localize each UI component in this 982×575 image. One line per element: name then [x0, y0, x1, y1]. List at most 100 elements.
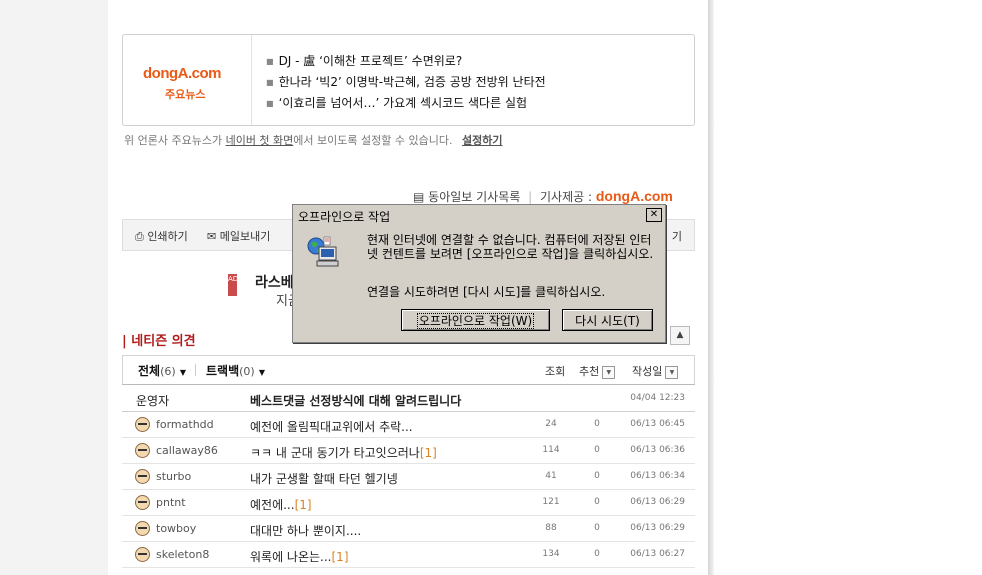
print-button[interactable]: ⎙ 인쇄하기 — [135, 228, 188, 244]
avatar — [135, 547, 150, 562]
table-row: 운영자 베스트댓글 선정방식에 대해 알려드립니다 04/04 12:23 — [122, 386, 695, 412]
bullet-icon: ■ — [266, 99, 274, 108]
comment-date: 06/13 06:45 — [630, 419, 685, 429]
avatar — [135, 469, 150, 484]
dialog-message: 현재 인터넷에 연결할 수 없습니다. 컴퓨터에 저장된 인터넷 컨텐트를 보려… — [367, 233, 654, 261]
ad-item[interactable]: AD 라스베 지금 — [228, 274, 300, 309]
settings-link[interactable]: 설정하기 — [462, 134, 502, 147]
headline-list: ■ DJ - 盧 ‘이해찬 프로젝트’ 수면위로? ■ 한나라 ‘빅2’ 이명박-박… — [266, 51, 546, 114]
comments-section-title: | 네티즌 의견 — [122, 334, 196, 349]
headline-item[interactable]: ■ 한나라 ‘빅2’ 이명박-박근혜, 검증 공방 전방위 난타전 — [266, 72, 546, 93]
setting-notice: 위 언론사 주요뉴스가 네이버 첫 화면에서 보이도록 설정할 수 있습니다. … — [124, 134, 503, 147]
table-row: pntnt 예전에...[1] 121 0 06/13 06:29 — [122, 490, 695, 516]
comment-date: 06/13 06:29 — [630, 523, 685, 533]
tab-all[interactable]: 전체(6) ▼ — [138, 362, 186, 379]
close-button[interactable]: ✕ — [646, 208, 662, 222]
caret-down-icon: ▼ — [258, 368, 266, 377]
comment-list: 운영자 베스트댓글 선정방식에 대해 알려드립니다 04/04 12:23 fo… — [122, 386, 695, 568]
headline-item[interactable]: ■ DJ - 盧 ‘이해찬 프로젝트’ 수면위로? — [266, 51, 546, 72]
dialog-title: 오프라인으로 작업 — [298, 210, 391, 224]
comment-date: 06/13 06:29 — [630, 497, 685, 507]
mail-icon: ✉ — [207, 230, 217, 243]
press-news-box: dongA.com 주요뉴스 ■ DJ - 盧 ‘이해찬 프로젝트’ 수면위로? … — [122, 34, 695, 126]
sort-date[interactable]: 작성일 ▼ — [632, 363, 679, 379]
comment-date: 06/13 06:34 — [630, 471, 685, 481]
comment-title[interactable]: 내가 군생활 할때 타던 헬기넹 — [250, 470, 398, 487]
comment-views: 24 — [545, 419, 557, 429]
divider — [195, 364, 196, 376]
mail-button[interactable]: ✉ 메일보내기 — [207, 228, 270, 244]
donga-logo-text: dongA.com — [143, 65, 222, 82]
page-shadow — [708, 0, 714, 575]
dropdown-icon[interactable]: ▼ — [665, 365, 679, 379]
tab-trackback[interactable]: 트랙백(0) ▼ — [206, 362, 265, 379]
comment-title[interactable]: 예전에 올림픽대교위에서 추락... — [250, 418, 413, 435]
retry-button[interactable]: 다시 시도(T) — [562, 309, 653, 331]
comment-recs: 0 — [594, 419, 600, 429]
comment-user[interactable]: formathdd — [156, 418, 214, 431]
comment-user[interactable]: callaway86 — [156, 444, 218, 457]
comment-views: 134 — [542, 549, 560, 559]
comment-date: 04/04 12:23 — [630, 393, 685, 403]
ad-badge: AD — [228, 274, 238, 296]
avatar — [135, 443, 150, 458]
provider-logo[interactable]: dongA.com — [596, 188, 673, 204]
table-row: formathdd 예전에 올림픽대교위에서 추락... 24 0 06/13 … — [122, 412, 695, 438]
table-row: sturbo 내가 군생활 할때 타던 헬기넹 41 0 06/13 06:34 — [122, 464, 695, 490]
dialog-titlebar[interactable]: 오프라인으로 작업 ✕ — [295, 207, 663, 224]
comment-tabs: 전체(6) ▼ 트랙백(0) ▼ 조회 추천 ▼ 작성일 ▼ — [122, 355, 695, 385]
table-row: skeleton8 워록에 나온는...[1] 134 0 06/13 06:2… — [122, 542, 695, 568]
dropdown-icon[interactable]: ▼ — [602, 365, 616, 379]
comment-recs: 0 — [594, 497, 600, 507]
sort-views[interactable]: 조회 — [545, 363, 565, 379]
comment-title[interactable]: 대대만 하나 뿐이지.... — [250, 522, 361, 539]
donga-logo[interactable]: dongA.com 주요뉴스 — [123, 35, 252, 125]
comment-views: 41 — [545, 471, 557, 481]
toolbar-right-item[interactable]: 기 — [672, 228, 682, 244]
comment-user[interactable]: sturbo — [156, 470, 191, 483]
comment-views: 114 — [542, 445, 560, 455]
comment-recs: 0 — [594, 471, 600, 481]
divider: | — [528, 190, 533, 204]
donga-logo-sub: 주요뉴스 — [165, 88, 206, 101]
table-row: towboy 대대만 하나 뿐이지.... 88 0 06/13 06:29 — [122, 516, 695, 542]
avatar — [135, 495, 150, 510]
comment-title[interactable]: 워록에 나온는...[1] — [250, 548, 349, 565]
comment-user[interactable]: towboy — [156, 522, 196, 535]
scroll-top-button[interactable]: ▲ — [670, 326, 690, 345]
comment-views: 121 — [542, 497, 560, 507]
naver-home-link[interactable]: 네이버 첫 화면 — [226, 134, 294, 147]
article-source-bar: ▤ 동아일보 기사목록 | 기사제공 : dongA.com — [413, 188, 673, 205]
comment-user[interactable]: skeleton8 — [156, 548, 209, 561]
avatar — [135, 521, 150, 536]
comment-title[interactable]: ㅋㅋ 내 군대 동기가 타고잇으러나[1] — [250, 444, 437, 461]
document-icon: ▤ — [413, 190, 425, 204]
arrow-up-icon: ▲ — [676, 330, 684, 340]
comment-title[interactable]: 예전에...[1] — [250, 496, 312, 513]
article-list-link[interactable]: 동아일보 기사목록 — [428, 190, 520, 204]
comment-recs: 0 — [594, 523, 600, 533]
dialog-message-retry: 연결을 시도하려면 [다시 시도]를 클릭하십시오. — [367, 285, 606, 299]
caret-down-icon: ▼ — [179, 368, 187, 377]
left-margin — [0, 0, 108, 575]
comment-user[interactable]: pntnt — [156, 496, 186, 509]
bullet-icon: ■ — [266, 78, 274, 87]
comment-title[interactable]: 베스트댓글 선정방식에 대해 알려드립니다 — [250, 392, 461, 409]
headline-item[interactable]: ■ ‘이효리를 넘어서…’ 가요계 섹시코드 색다른 실험 — [266, 93, 546, 114]
sort-recommend[interactable]: 추천 ▼ — [579, 363, 616, 379]
comment-recs: 0 — [594, 549, 600, 559]
provider-label: 기사제공 : — [540, 190, 593, 204]
printer-icon: ⎙ — [135, 230, 144, 243]
avatar — [135, 417, 150, 432]
comment-date: 06/13 06:27 — [630, 549, 685, 559]
table-row: callaway86 ㅋㅋ 내 군대 동기가 타고잇으러나[1] 114 0 0… — [122, 438, 695, 464]
close-icon: ✕ — [649, 209, 659, 220]
offline-computer-icon — [307, 236, 339, 267]
comment-date: 06/13 06:36 — [630, 445, 685, 455]
comment-user: 운영자 — [136, 394, 170, 408]
work-offline-button[interactable]: 오프라인으로 작업(W) — [401, 309, 550, 331]
ad-title[interactable]: 라스베 — [255, 272, 294, 292]
bullet-icon: ■ — [266, 57, 274, 66]
offline-dialog: 오프라인으로 작업 ✕ 현재 인터넷에 연결할 수 없습니다. 컴퓨터에 저장된… — [292, 204, 666, 343]
comment-views: 88 — [545, 523, 557, 533]
